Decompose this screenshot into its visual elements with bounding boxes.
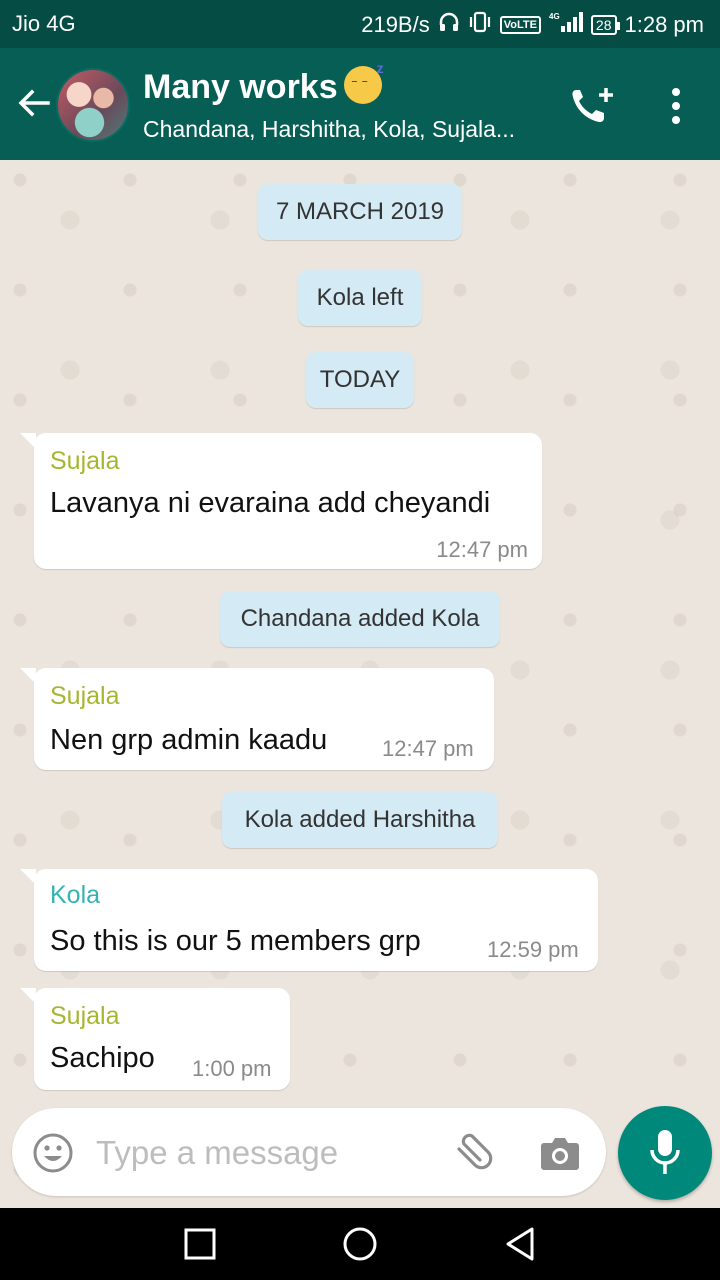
message-bubble[interactable]: Kola So this is our 5 members grp 12:59 … [20, 869, 598, 971]
paperclip-icon[interactable] [450, 1130, 494, 1174]
sender-name: Sujala [50, 447, 120, 475]
group-avatar[interactable] [56, 68, 130, 142]
vibrate-icon [468, 11, 492, 39]
network-speed: 219B/s [361, 12, 430, 37]
headphones-icon [438, 11, 460, 39]
message-bubble[interactable]: Sujala Nen grp admin kaadu 12:47 pm [20, 668, 494, 770]
message-time: 12:47 pm [436, 537, 528, 562]
message-bubble[interactable]: Sujala Sachipo 1:00 pm [20, 988, 290, 1090]
message-text: Sachipo [50, 1042, 155, 1074]
sleeping-face-icon [343, 60, 384, 105]
message-time: 12:59 pm [487, 937, 579, 962]
back-arrow-icon[interactable] [14, 84, 52, 122]
chat-header: Many works Chandana, Harshitha, Kola, Su… [0, 48, 720, 160]
more-options-icon[interactable] [664, 86, 688, 126]
clock: 1:28 pm [624, 12, 705, 37]
message-text: So this is our 5 members grp [50, 925, 421, 957]
system-message: Kola added Harshitha [222, 792, 498, 848]
battery-icon: 28 [590, 15, 620, 35]
date-divider: 7 MARCH 2019 [258, 184, 462, 240]
emoji-icon[interactable] [32, 1132, 74, 1174]
signal-icon: 4G [549, 11, 583, 39]
group-title[interactable]: Many works [143, 60, 384, 108]
message-time: 1:00 pm [192, 1056, 272, 1081]
nav-back-icon[interactable] [502, 1226, 538, 1262]
microphone-icon [650, 1130, 680, 1174]
add-call-icon[interactable] [570, 86, 616, 126]
system-message: Kola left [298, 270, 422, 326]
recent-apps-icon[interactable] [182, 1226, 218, 1262]
message-bubble[interactable]: Sujala Lavanya ni evaraina add cheyandi … [20, 433, 542, 569]
message-time: 12:47 pm [382, 736, 474, 761]
message-input[interactable]: Type a message [96, 1134, 338, 1172]
message-text: Nen grp admin kaadu [50, 724, 328, 756]
message-text: Lavanya ni evaraina add cheyandi [50, 487, 491, 519]
carrier-label: Jio 4G [12, 11, 76, 36]
camera-icon[interactable] [540, 1134, 580, 1172]
sender-name: Sujala [50, 682, 120, 710]
date-divider: TODAY [306, 352, 414, 408]
home-icon[interactable] [342, 1226, 378, 1262]
system-nav-bar [0, 1208, 720, 1280]
status-bar: Jio 4G 219B/s VoLTE 4G 28 1:28 pm [0, 0, 720, 48]
sender-name: Sujala [50, 1002, 120, 1030]
message-list[interactable]: 7 MARCH 2019 Kola left TODAY Sujala Lava… [0, 160, 720, 1208]
voice-record-button[interactable] [618, 1106, 712, 1200]
group-name: Many works [143, 68, 338, 106]
volte-icon: VoLTE [499, 16, 541, 34]
message-composer[interactable]: Type a message [12, 1108, 606, 1196]
system-message: Chandana added Kola [220, 591, 500, 647]
svg-text:4G: 4G [549, 12, 560, 21]
group-members[interactable]: Chandana, Harshitha, Kola, Sujala... [143, 116, 515, 143]
sender-name: Kola [50, 881, 101, 909]
